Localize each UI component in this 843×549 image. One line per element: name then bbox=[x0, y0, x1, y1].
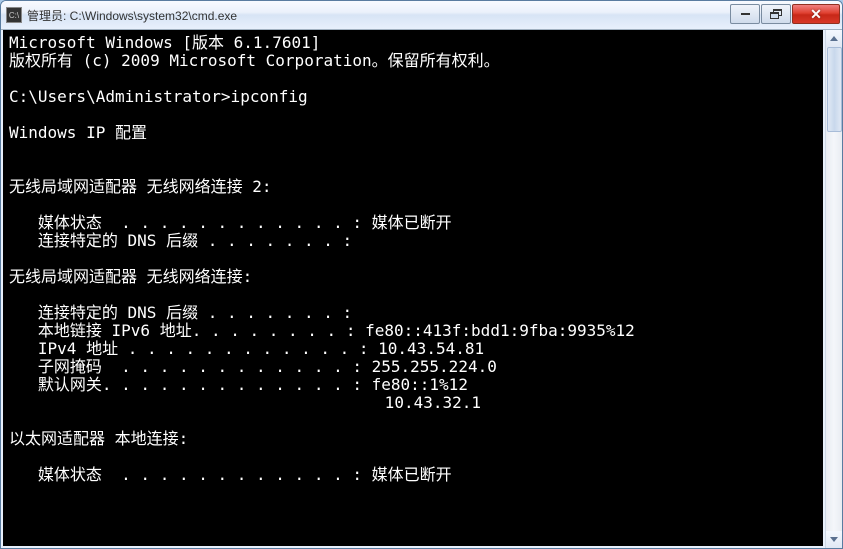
scrollbar-track[interactable] bbox=[826, 47, 842, 531]
maximize-button[interactable] bbox=[761, 4, 791, 24]
window-title: 管理员: C:\Windows\system32\cmd.exe bbox=[27, 7, 729, 24]
vertical-scrollbar[interactable] bbox=[825, 30, 842, 548]
scrollbar-thumb[interactable] bbox=[827, 47, 842, 132]
scroll-up-button[interactable] bbox=[826, 30, 843, 47]
scroll-down-button[interactable] bbox=[826, 531, 843, 548]
minimize-icon bbox=[741, 13, 750, 15]
cmd-window: C:\ 管理员: C:\Windows\system32\cmd.exe ✕ M… bbox=[0, 0, 843, 549]
chevron-down-icon bbox=[830, 537, 838, 542]
terminal-output[interactable]: Microsoft Windows [版本 6.1.7601] 版权所有 (c)… bbox=[1, 30, 825, 548]
content-area: Microsoft Windows [版本 6.1.7601] 版权所有 (c)… bbox=[1, 30, 842, 548]
maximize-icon bbox=[770, 9, 782, 19]
close-icon: ✕ bbox=[810, 6, 822, 23]
minimize-button[interactable] bbox=[730, 4, 760, 24]
cmd-icon: C:\ bbox=[6, 7, 22, 23]
window-controls: ✕ bbox=[729, 4, 840, 26]
close-button[interactable]: ✕ bbox=[792, 4, 840, 24]
titlebar[interactable]: C:\ 管理员: C:\Windows\system32\cmd.exe ✕ bbox=[1, 1, 842, 30]
chevron-up-icon bbox=[830, 36, 838, 41]
